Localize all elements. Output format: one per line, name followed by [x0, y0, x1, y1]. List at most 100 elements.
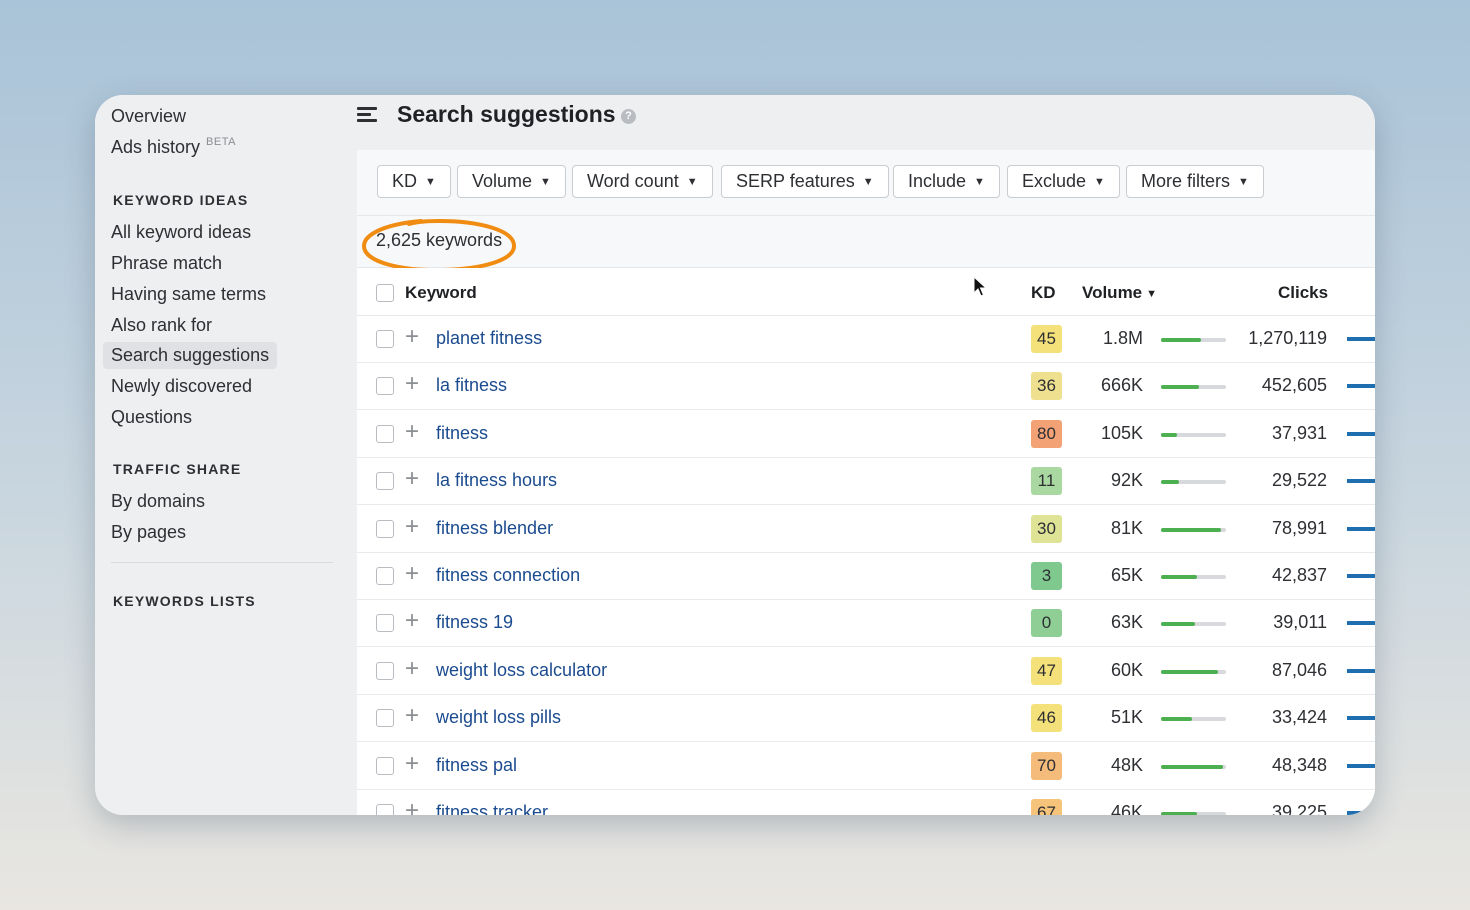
clicks-bar — [1347, 574, 1375, 578]
clicks-value: 39,225 — [1271, 802, 1327, 815]
plus-icon[interactable]: + — [405, 751, 419, 776]
clicks-value: 42,837 — [1271, 565, 1327, 585]
keyword-link[interactable]: weight loss calculator — [436, 660, 607, 681]
kd-badge: 11 — [1031, 467, 1062, 496]
plus-icon[interactable]: + — [405, 609, 419, 633]
plus-icon[interactable]: + — [405, 656, 419, 681]
plus-icon[interactable]: + — [405, 372, 419, 396]
filter-more-filters-button[interactable]: More filters ▼ — [1126, 165, 1264, 198]
plus-icon[interactable]: + — [405, 562, 419, 586]
keyword-link[interactable]: fitness blender — [436, 518, 553, 539]
volume-bar — [1161, 480, 1226, 485]
clicks-value: 37,931 — [1271, 422, 1327, 443]
keyword-link[interactable]: fitness — [436, 423, 488, 444]
column-clicks[interactable]: Clicks — [1278, 283, 1328, 303]
kd-badge: 67 — [1031, 799, 1062, 815]
keyword-link[interactable]: fitness pal — [436, 755, 517, 776]
sidebar-item-phrase-match[interactable]: Phrase match — [111, 253, 222, 274]
sidebar-item-by-domains[interactable]: By domains — [111, 491, 205, 512]
table-row: + fitness connection 3 65K 42,837 — [357, 553, 1375, 600]
plus-icon[interactable]: + — [405, 325, 419, 349]
row-checkbox[interactable] — [376, 519, 394, 538]
sidebar-item-newly-discovered[interactable]: Newly discovered — [111, 376, 252, 397]
sidebar-item-search-suggestions[interactable]: Search suggestions — [103, 342, 278, 369]
keyword-link[interactable]: fitness tracker — [436, 802, 548, 815]
keyword-link[interactable]: la fitness — [436, 375, 507, 396]
filter-kd-button[interactable]: KD ▼ — [377, 165, 451, 198]
filter-label: Volume — [472, 171, 533, 191]
clicks-bar — [1347, 811, 1375, 815]
plus-icon[interactable]: + — [405, 419, 419, 444]
row-checkbox[interactable] — [376, 709, 394, 728]
plus-icon[interactable]: + — [405, 704, 419, 728]
row-checkbox[interactable] — [376, 756, 394, 775]
keyword-table-body: + planet fitness 45 1.8M 1,270,119 + la fitnes… — [357, 316, 1375, 815]
filter-word-count-button[interactable]: Word count ▼ — [572, 165, 713, 198]
plus-icon[interactable]: + — [405, 799, 419, 816]
sidebar-item-also-rank-for[interactable]: Also rank for — [111, 315, 212, 336]
row-checkbox[interactable] — [376, 661, 394, 680]
sidebar-item-ads-history[interactable]: Ads history BETA — [111, 136, 236, 158]
volume-value: 48K — [1110, 754, 1143, 775]
help-icon[interactable]: ? — [621, 109, 636, 124]
row-checkbox[interactable] — [376, 614, 394, 633]
filter-label: Include — [908, 171, 967, 191]
clicks-bar — [1347, 431, 1375, 436]
clicks-bar — [1347, 337, 1375, 341]
row-checkbox[interactable] — [376, 330, 394, 348]
clicks-value: 1,270,119 — [1248, 328, 1327, 348]
filter-volume-button[interactable]: Volume ▼ — [457, 165, 566, 198]
clicks-value: 39,011 — [1273, 612, 1327, 633]
keyword-link[interactable]: la fitness hours — [436, 470, 557, 491]
volume-bar-fill — [1161, 338, 1202, 342]
volume-bar — [1161, 385, 1226, 390]
keyword-link[interactable]: fitness connection — [436, 565, 580, 586]
row-checkbox[interactable] — [376, 424, 394, 443]
main-panel: KD ▼ Volume ▼ Word count ▼ SERP features ▼ I… — [357, 150, 1375, 815]
volume-bar — [1161, 527, 1226, 532]
table-row: + weight loss calculator 47 60K 87,046 — [357, 647, 1375, 695]
column-keyword[interactable]: Keyword — [405, 283, 477, 303]
filter-label: KD — [392, 171, 418, 191]
row-checkbox[interactable] — [376, 472, 394, 491]
filter-include-button[interactable]: Include ▼ — [893, 165, 1000, 198]
traffic-share-heading: TRAFFIC SHARE — [113, 461, 242, 477]
volume-bar-fill — [1161, 812, 1197, 815]
plus-icon[interactable]: + — [405, 514, 419, 539]
caret-down-icon: ▼ — [540, 175, 551, 188]
column-kd[interactable]: KD — [1031, 283, 1056, 303]
hamburger-menu-icon[interactable] — [357, 107, 377, 123]
sidebar-item-having-same-terms[interactable]: Having same terms — [111, 284, 266, 305]
select-all-checkbox[interactable] — [376, 284, 394, 302]
keyword-link[interactable]: planet fitness — [436, 328, 542, 349]
volume-bar-fill — [1161, 527, 1221, 532]
sidebar-item-all-keyword-ideas[interactable]: All keyword ideas — [111, 222, 251, 243]
kd-badge: 36 — [1031, 372, 1062, 401]
row-checkbox[interactable] — [376, 567, 394, 585]
volume-value: 81K — [1110, 517, 1143, 538]
plus-icon[interactable]: + — [405, 467, 419, 491]
keyword-link[interactable]: fitness 19 — [436, 612, 513, 633]
volume-bar — [1161, 338, 1226, 342]
volume-bar — [1161, 575, 1226, 579]
caret-down-icon: ▼ — [974, 175, 985, 188]
caret-down-icon: ▼ — [425, 175, 436, 188]
volume-value: 105K — [1100, 422, 1143, 443]
keyword-link[interactable]: weight loss pills — [436, 707, 561, 728]
sidebar-item-by-pages[interactable]: By pages — [111, 522, 186, 543]
filter-serp-features-button[interactable]: SERP features ▼ — [721, 165, 889, 198]
row-checkbox[interactable] — [376, 804, 394, 815]
volume-bar-fill — [1161, 669, 1219, 674]
sidebar-item-questions[interactable]: Questions — [111, 407, 192, 428]
filter-exclude-button[interactable]: Exclude ▼ — [1007, 165, 1120, 198]
column-volume[interactable]: Volume ▼ — [1082, 283, 1157, 303]
sidebar-item-overview[interactable]: Overview — [111, 106, 186, 127]
row-checkbox[interactable] — [376, 377, 394, 396]
kd-badge: 47 — [1031, 656, 1062, 685]
volume-value: 92K — [1110, 470, 1143, 491]
volume-bar-fill — [1161, 764, 1223, 769]
table-row: + la fitness hours 11 92K 29,522 — [357, 458, 1375, 506]
clicks-bar — [1347, 716, 1375, 721]
caret-down-icon: ▼ — [686, 175, 698, 188]
table-row: + fitness 19 0 63K 39,011 — [357, 600, 1375, 648]
